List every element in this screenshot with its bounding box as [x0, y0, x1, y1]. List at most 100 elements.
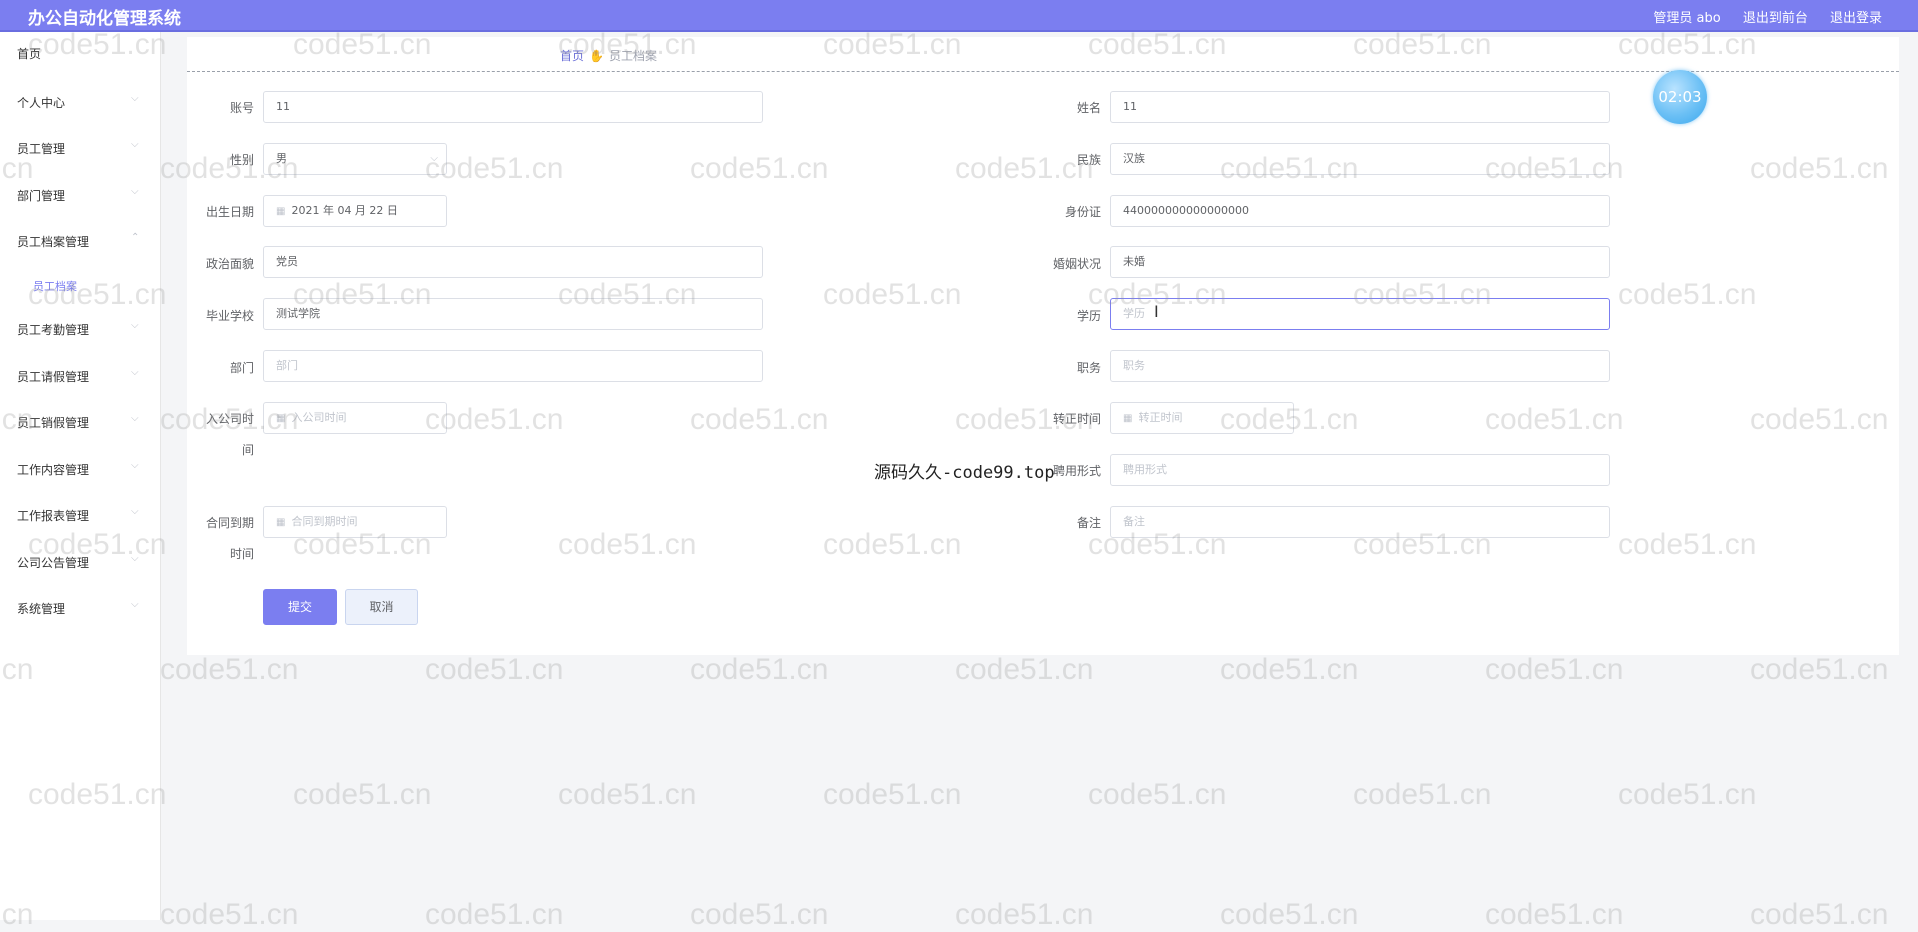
watermark-text: code51.cn [955, 653, 1094, 686]
join-date-label-line1: 入公司时 [205, 412, 254, 426]
account-value: 11 [276, 100, 290, 113]
name-input[interactable]: 11 [1110, 91, 1610, 123]
breadcrumb-current: 员工档案 [608, 49, 657, 63]
watermark-text: code51.cn [425, 653, 564, 686]
political-input[interactable]: 党员 [263, 246, 763, 278]
chevron-down-icon: ⌵ [131, 320, 139, 331]
join-date-label: 入公司时 间 [187, 410, 254, 458]
position-label: 职务 [1076, 361, 1101, 375]
chevron-down-icon: ⌵ [131, 139, 139, 150]
school-value: 测试学院 [276, 307, 320, 320]
divider [187, 71, 1899, 72]
breadcrumb-separator-icon: ✋ [589, 49, 604, 63]
education-input[interactable]: 学历 [1110, 298, 1610, 330]
birthdate-picker[interactable]: ▦ 2021 年 04 月 22 日 [263, 195, 447, 227]
remark-label: 备注 [1076, 516, 1101, 530]
current-user: 管理员 abo [1653, 11, 1721, 26]
name-label: 姓名 [1076, 101, 1101, 115]
ethnicity-label: 民族 [1076, 153, 1101, 167]
sidebar-item-label: 员工管理 [17, 142, 66, 156]
exit-to-front-link[interactable]: 退出到前台 [1743, 11, 1808, 26]
chevron-down-icon: ⌵ [131, 599, 139, 610]
marital-input[interactable]: 未婚 [1110, 246, 1610, 278]
political-label: 政治面貌 [205, 257, 254, 271]
sidebar-item-label: 工作报表管理 [17, 509, 90, 523]
account-input[interactable]: 11 [263, 91, 763, 123]
chevron-down-icon: ⌵ [131, 186, 139, 197]
contract-date-label-line2: 时间 [229, 547, 254, 561]
sidebar-item-label: 工作内容管理 [17, 463, 90, 477]
position-input[interactable]: 职务 [1110, 350, 1610, 382]
sidebar-item-work-report-management[interactable]: 工作报表管理 ⌵ [0, 494, 160, 534]
watermark-text: code51.cn [690, 653, 829, 686]
department-label: 部门 [229, 361, 254, 375]
watermark-text: code51.cn [160, 898, 299, 931]
chevron-down-icon: ⌵ [131, 367, 139, 378]
marital-value: 未婚 [1123, 255, 1145, 268]
watermark-text: code51.cn [823, 778, 962, 811]
watermark-text: code51.cn [1088, 778, 1227, 811]
sidebar-item-department-management[interactable]: 部门管理 ⌵ [0, 174, 160, 214]
breadcrumb-home[interactable]: 首页 [560, 49, 584, 63]
school-label: 毕业学校 [205, 309, 254, 323]
sidebar-item-label: 个人中心 [17, 96, 66, 110]
watermark-text: code51.cn [1220, 653, 1359, 686]
sidebar-item-label: 员工请假管理 [17, 370, 90, 384]
employment-label: 聘用形式 [1052, 464, 1101, 478]
account-label: 账号 [229, 101, 254, 115]
regular-date-picker[interactable]: ▦ 转正时间 [1110, 402, 1294, 434]
sidebar-item-employee-management[interactable]: 员工管理 ⌵ [0, 127, 160, 167]
sidebar-subitem-employee-archive[interactable]: 员工档案 [0, 270, 160, 300]
id-card-input[interactable]: 440000000000000000 [1110, 195, 1610, 227]
logout-link[interactable]: 退出登录 [1830, 11, 1882, 26]
name-value: 11 [1123, 100, 1137, 113]
sidebar-item-system-management[interactable]: 系统管理 ⌵ [0, 587, 160, 627]
sidebar-item-announcement-management[interactable]: 公司公告管理 ⌵ [0, 541, 160, 581]
sidebar-item-label: 系统管理 [17, 602, 66, 616]
calendar-icon: ▦ [276, 413, 286, 424]
app-title: 办公自动化管理系统 [28, 9, 181, 29]
political-value: 党员 [276, 255, 298, 268]
main-content: 首页 ✋ 员工档案 02:03 账号 11 姓名 11 性别 男 ⌵ 民族 汉族 出生… [187, 37, 1899, 655]
sidebar-item-leave-management[interactable]: 员工请假管理 ⌵ [0, 355, 160, 395]
sidebar-item-attendance-management[interactable]: 员工考勤管理 ⌵ [0, 308, 160, 348]
sidebar-item-archive-management[interactable]: 员工档案管理 ⌃ [0, 220, 160, 260]
submit-button[interactable]: 提交 [263, 589, 337, 625]
contract-date-label-line1: 合同到期 [205, 516, 254, 530]
id-card-value: 440000000000000000 [1123, 204, 1249, 217]
calendar-icon: ▦ [276, 517, 286, 528]
sidebar-item-label: 员工考勤管理 [17, 323, 90, 337]
watermark-text: code51.cn [1353, 778, 1492, 811]
sidebar-item-label: 员工销假管理 [17, 416, 90, 430]
employment-input[interactable]: 聘用形式 [1110, 454, 1610, 486]
watermark-text: code51.cn [955, 898, 1094, 931]
text-cursor-icon: I [1154, 302, 1159, 321]
department-input[interactable]: 部门 [263, 350, 763, 382]
sidebar-item-label: 部门管理 [17, 189, 66, 203]
top-right-nav: 管理员 abo 退出到前台 退出登录 [1635, 7, 1882, 26]
watermark-text: code51.cn [1750, 898, 1889, 931]
contract-date-label: 合同到期 时间 [187, 514, 254, 562]
ethnicity-input[interactable]: 汉族 [1110, 143, 1610, 175]
sidebar-item-work-content-management[interactable]: 工作内容管理 ⌵ [0, 448, 160, 488]
sidebar-item-label: 员工档案管理 [17, 235, 90, 249]
remark-input[interactable]: 备注 [1110, 506, 1610, 538]
join-date-picker[interactable]: ▦ 入公司时间 [263, 402, 447, 434]
sidebar-item-leave-cancel-management[interactable]: 员工销假管理 ⌵ [0, 401, 160, 441]
breadcrumb: 首页 ✋ 员工档案 [560, 47, 657, 64]
employment-placeholder: 聘用形式 [1123, 463, 1167, 476]
sidebar-item-personal-center[interactable]: 个人中心 ⌵ [0, 81, 160, 121]
school-input[interactable]: 测试学院 [263, 298, 763, 330]
join-date-placeholder: 入公司时间 [291, 411, 347, 424]
calendar-icon: ▦ [276, 206, 286, 217]
contract-date-picker[interactable]: ▦ 合同到期时间 [263, 506, 447, 538]
sidebar-item-home[interactable]: 首页 [0, 32, 160, 72]
regular-date-placeholder: 转正时间 [1138, 411, 1183, 424]
gender-select[interactable]: 男 ⌵ [263, 143, 447, 175]
watermark-text: code51.cn [1750, 653, 1889, 686]
gender-label: 性别 [229, 153, 254, 167]
birthdate-label: 出生日期 [205, 205, 254, 219]
marital-label: 婚姻状况 [1052, 257, 1101, 271]
sidebar-item-label: 公司公告管理 [17, 556, 90, 570]
cancel-button[interactable]: 取消 [345, 589, 418, 625]
